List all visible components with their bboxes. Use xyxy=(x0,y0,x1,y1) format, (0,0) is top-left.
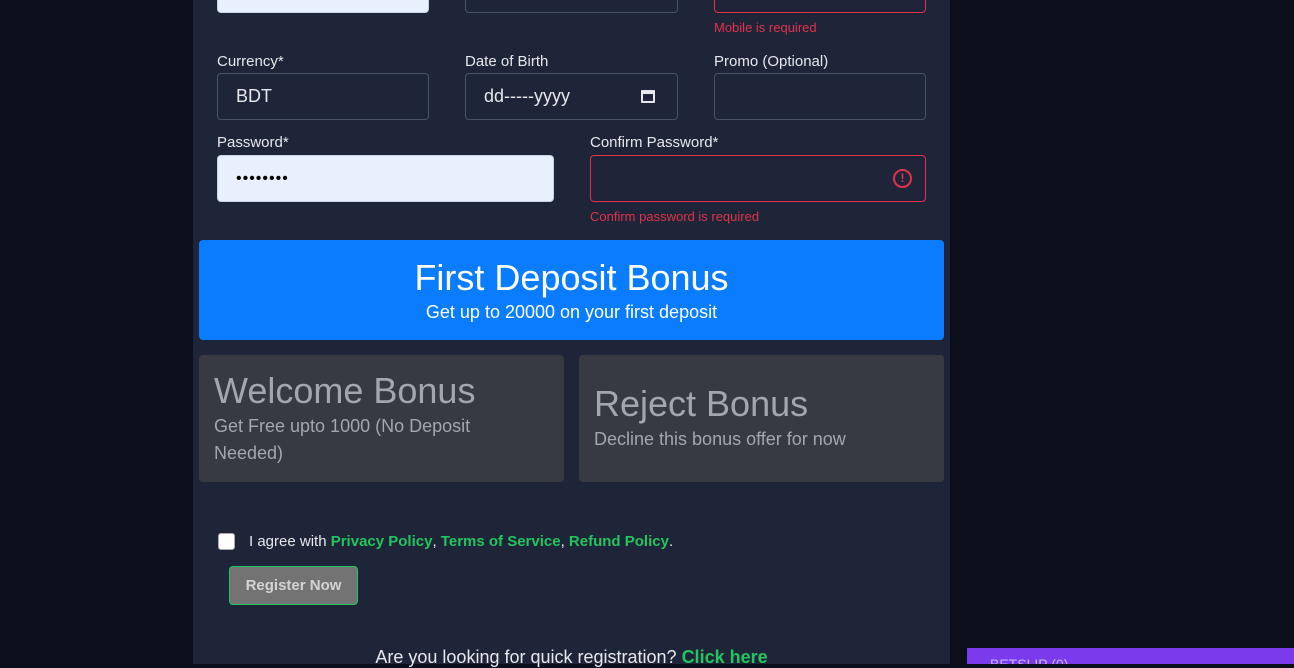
agreement-sep-2: , xyxy=(560,533,569,550)
reject-bonus-option[interactable]: Reject Bonus Decline this bonus offer fo… xyxy=(579,355,944,482)
welcome-bonus-subtitle: Get Free upto 1000 (No Deposit Needed) xyxy=(214,416,471,463)
password-label: Password* xyxy=(217,134,289,151)
promo-label: Promo (Optional) xyxy=(714,53,829,70)
dob-field[interactable]: dd-----yyyy xyxy=(465,73,678,120)
top-middle-input[interactable] xyxy=(465,0,678,13)
agreement-text: I agree with Privacy Policy, Terms of Se… xyxy=(249,533,673,550)
refund-policy-link[interactable]: Refund Policy xyxy=(569,533,669,550)
agreement-sep-1: , xyxy=(432,533,441,550)
agreement-prefix: I agree with xyxy=(249,533,331,550)
confirm-password-field[interactable]: ! xyxy=(590,155,926,202)
quick-registration-prompt: Are you looking for quick registration? … xyxy=(193,647,950,668)
confirm-password-error: Confirm password is required xyxy=(590,209,760,224)
reject-bonus-subtitle: Decline this bonus offer for now xyxy=(594,429,846,449)
register-now-button[interactable]: Register Now xyxy=(229,566,358,605)
dob-placeholder: dd-----yyyy xyxy=(484,86,570,106)
welcome-bonus-option[interactable]: Welcome Bonus Get Free upto 1000 (No Dep… xyxy=(199,355,564,482)
quick-registration-text: Are you looking for quick registration? xyxy=(375,647,682,667)
currency-label: Currency* xyxy=(217,53,284,70)
first-deposit-bonus-title: First Deposit Bonus xyxy=(414,257,729,298)
calendar-icon[interactable] xyxy=(641,90,655,103)
privacy-policy-link[interactable]: Privacy Policy xyxy=(331,533,433,550)
mobile-error: Mobile is required xyxy=(714,20,817,35)
quick-registration-link[interactable]: Click here xyxy=(682,647,768,667)
reject-bonus-title: Reject Bonus xyxy=(594,383,809,424)
first-deposit-bonus-subtitle: Get up to 20000 on your first deposit xyxy=(425,302,718,322)
agree-checkbox[interactable] xyxy=(218,533,235,550)
betslip-bar[interactable]: BETSLIP (0) xyxy=(967,648,1294,664)
alert-circle-icon: ! xyxy=(893,169,912,188)
terms-of-service-link[interactable]: Terms of Service xyxy=(441,533,561,550)
first-deposit-bonus-option[interactable]: First Deposit Bonus Get up to 20000 on y… xyxy=(199,240,944,340)
betslip-label: BETSLIP (0) xyxy=(990,656,1069,664)
confirm-password-label: Confirm Password* xyxy=(590,134,719,151)
dob-label: Date of Birth xyxy=(465,53,549,70)
welcome-bonus-title: Welcome Bonus xyxy=(214,370,476,411)
mobile-input[interactable] xyxy=(714,0,926,13)
promo-field[interactable] xyxy=(714,73,926,120)
top-left-input[interactable] xyxy=(217,0,429,13)
currency-field[interactable]: BDT xyxy=(217,73,429,120)
agreement-suffix: . xyxy=(668,533,674,550)
password-field[interactable]: •••••••• xyxy=(217,155,554,202)
